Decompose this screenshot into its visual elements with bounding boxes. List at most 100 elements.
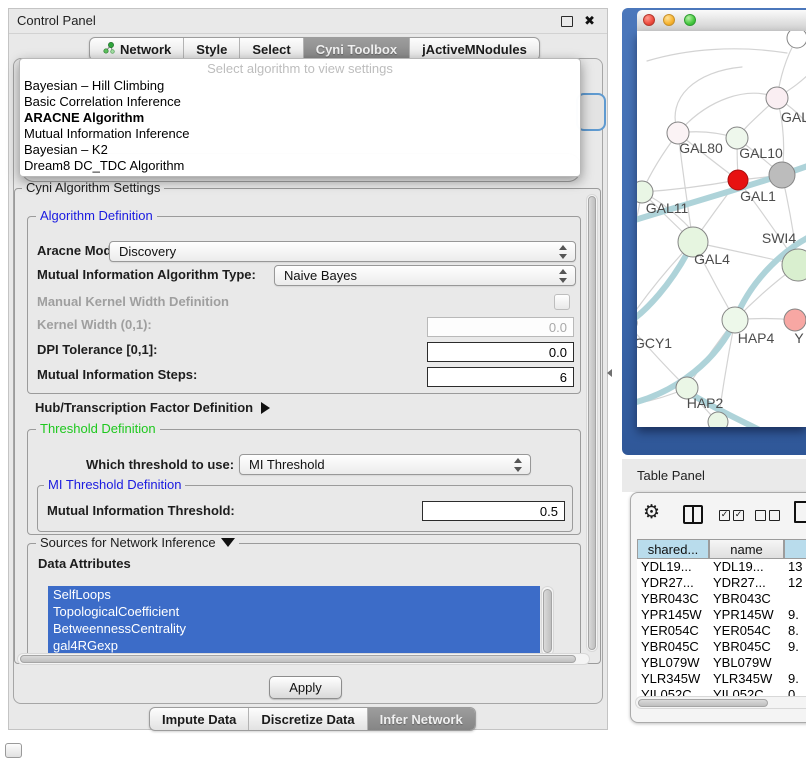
tab-style[interactable]: Style	[184, 38, 240, 60]
column-header-attr[interactable]	[784, 539, 806, 559]
network-edge	[675, 67, 742, 133]
tab-cyni-toolbox[interactable]: Cyni Toolbox	[304, 38, 410, 60]
cell: YER054C	[713, 623, 785, 639]
kernel-width-field[interactable]	[427, 317, 574, 337]
table-row[interactable]: YDL19...YDL19...13	[637, 559, 806, 575]
bottom-tab-impute-data[interactable]: Impute Data	[150, 708, 249, 730]
algorithm-option-basic-correlation-inference[interactable]: Basic Correlation Inference	[20, 94, 580, 110]
mi-threshold-definition-group: MI Threshold Definition Mutual Informati…	[37, 485, 573, 532]
settings-horizontal-scrollbar-thumb[interactable]	[20, 655, 576, 663]
node-label-gal1: GAL1	[740, 188, 776, 204]
select-all-checkboxes-icon[interactable]: ✓✓	[719, 510, 744, 521]
settings-vertical-scrollbar-thumb[interactable]	[588, 196, 596, 650]
cell: YPR145W	[641, 607, 709, 623]
algorithm-option-dream8-dc-tdc-algorithm[interactable]: Dream8 DC_TDC Algorithm	[20, 158, 580, 174]
attribute-item-betweennesscentrality[interactable]: BetweennessCentrality	[48, 620, 540, 637]
data-attributes-list[interactable]: SelfLoopsTopologicalCoefficientBetweenne…	[48, 586, 540, 656]
mac-zoom-icon[interactable]	[684, 14, 696, 26]
attributes-vertical-scrollbar[interactable]	[541, 586, 554, 656]
mi-steps-field[interactable]	[427, 367, 574, 387]
aracne-mode-combo[interactable]: Discovery	[109, 241, 576, 262]
attribute-item-topologicalcoefficient[interactable]: TopologicalCoefficient	[48, 603, 540, 620]
mac-close-icon[interactable]	[643, 14, 655, 26]
table-panel-header: Table Panel	[622, 459, 806, 492]
collapsed-arrow-icon[interactable]	[261, 402, 270, 414]
node-label-hap2: HAP2	[687, 395, 724, 411]
node-label-gcy1: GCY1	[637, 335, 672, 351]
network-graph-icon	[102, 41, 115, 58]
network-node-gal[interactable]	[766, 87, 788, 109]
table-horizontal-scrollbar-thumb[interactable]	[638, 699, 768, 707]
network-node[interactable]	[708, 412, 728, 427]
columns-icon[interactable]	[683, 505, 703, 524]
tab-network[interactable]: Network	[90, 38, 184, 60]
table-row[interactable]: YBR043CYBR043C	[637, 591, 806, 607]
combo-stepper-icon	[514, 458, 523, 472]
attribute-item-gal4rgexp[interactable]: gal4RGexp	[48, 637, 540, 654]
bottom-tab-discretize-data[interactable]: Discretize Data	[249, 708, 367, 730]
table-row[interactable]: YBL079WYBL079W	[637, 655, 806, 671]
sources-group-title[interactable]: Sources for Network Inference	[36, 535, 239, 550]
export-file-icon[interactable]	[794, 501, 806, 523]
network-node-y[interactable]	[784, 309, 806, 331]
network-graph-svg: GALGAL80GAL10GAL1GAL11GAL4SWI4GCY1HAP4YH…	[637, 31, 806, 427]
sources-title-text: Sources for Network Inference	[40, 535, 216, 550]
cell: YDL19...	[641, 559, 709, 575]
cell: 9.	[788, 607, 806, 623]
algorithm-option-aracne-algorithm[interactable]: ARACNE Algorithm	[20, 110, 580, 126]
algorithm-option-bayesian-k2[interactable]: Bayesian – K2	[20, 142, 580, 158]
table-row[interactable]: YDR27...YDR27...12	[637, 575, 806, 591]
network-node-gal1[interactable]	[728, 170, 748, 190]
mi-steps-label: Mutual Information Steps:	[37, 367, 197, 382]
cell: YDR27...	[713, 575, 785, 591]
table-horizontal-scrollbar[interactable]	[635, 696, 806, 709]
cell: YDR27...	[641, 575, 709, 591]
control-panel-title: Control Panel	[17, 9, 96, 33]
table-row[interactable]: YLR345WYLR345W9.	[637, 671, 806, 687]
checked-box-icon: ✓	[733, 510, 744, 521]
table-row[interactable]: YER054CYER054C8.	[637, 623, 806, 639]
expanded-arrow-icon[interactable]	[221, 538, 235, 547]
mac-minimize-icon[interactable]	[663, 14, 675, 26]
algorithm-option-bayesian-hill-climbing[interactable]: Bayesian – Hill Climbing	[20, 78, 580, 94]
close-icon[interactable]: ✖	[584, 10, 595, 34]
column-header-name[interactable]: name	[709, 539, 784, 559]
checked-box-icon: ✓	[719, 510, 730, 521]
network-canvas[interactable]: GALGAL80GAL10GAL1GAL11GAL4SWI4GCY1HAP4YH…	[637, 31, 806, 427]
node-label-y: Y	[794, 330, 804, 346]
mi-threshold-field[interactable]	[422, 501, 565, 521]
hub-definition-section[interactable]: Hub/Transcription Factor Definition	[35, 400, 270, 415]
gear-icon[interactable]: ⚙	[643, 501, 660, 523]
cell: YPR145W	[713, 607, 785, 623]
tab-select[interactable]: Select	[240, 38, 303, 60]
table-row[interactable]: YBR045CYBR045C9.	[637, 639, 806, 655]
network-node[interactable]	[787, 31, 806, 48]
splitpane-collapse-icon[interactable]	[607, 369, 612, 377]
tab-cyni-toolbox-label: Cyni Toolbox	[316, 42, 397, 57]
float-window-icon[interactable]	[561, 16, 573, 27]
algorithm-dropdown-list: Bayesian – Hill ClimbingBasic Correlatio…	[20, 78, 580, 174]
bottom-tab-infer-network[interactable]: Infer Network	[368, 708, 475, 730]
manual-kernel-width-label: Manual Kernel Width Definition	[37, 294, 229, 309]
attribute-item-selfloops[interactable]: SelfLoops	[48, 586, 540, 603]
node-label-gal10: GAL10	[739, 145, 783, 161]
settings-vertical-scrollbar[interactable]	[586, 194, 598, 652]
cell: 9.	[788, 639, 806, 655]
attributes-scrollbar-thumb[interactable]	[543, 589, 552, 653]
column-header-shared[interactable]: shared...	[637, 539, 709, 559]
cell: 13	[788, 559, 806, 575]
manual-kernel-width-checkbox[interactable]	[554, 294, 570, 310]
network-node[interactable]	[769, 162, 795, 188]
deselect-all-checkboxes-icon[interactable]	[755, 510, 780, 521]
table-row[interactable]: YPR145WYPR145W9.	[637, 607, 806, 623]
settings-horizontal-scrollbar[interactable]	[17, 653, 590, 665]
dpi-tolerance-field[interactable]	[427, 342, 574, 362]
apply-button[interactable]: Apply	[269, 676, 342, 699]
algorithm-option-mutual-information-inference[interactable]: Mutual Information Inference	[20, 126, 580, 142]
which-threshold-combo[interactable]: MI Threshold	[239, 454, 531, 475]
network-window-titlebar[interactable]	[637, 10, 806, 32]
tab-jactivemnodules[interactable]: jActiveMNodules	[410, 38, 539, 60]
mi-algorithm-type-combo[interactable]: Naive Bayes	[274, 265, 576, 286]
collapsed-panel-icon[interactable]	[5, 743, 22, 758]
cyni-bottom-tabbar: Impute DataDiscretize DataInfer Network	[149, 707, 476, 731]
